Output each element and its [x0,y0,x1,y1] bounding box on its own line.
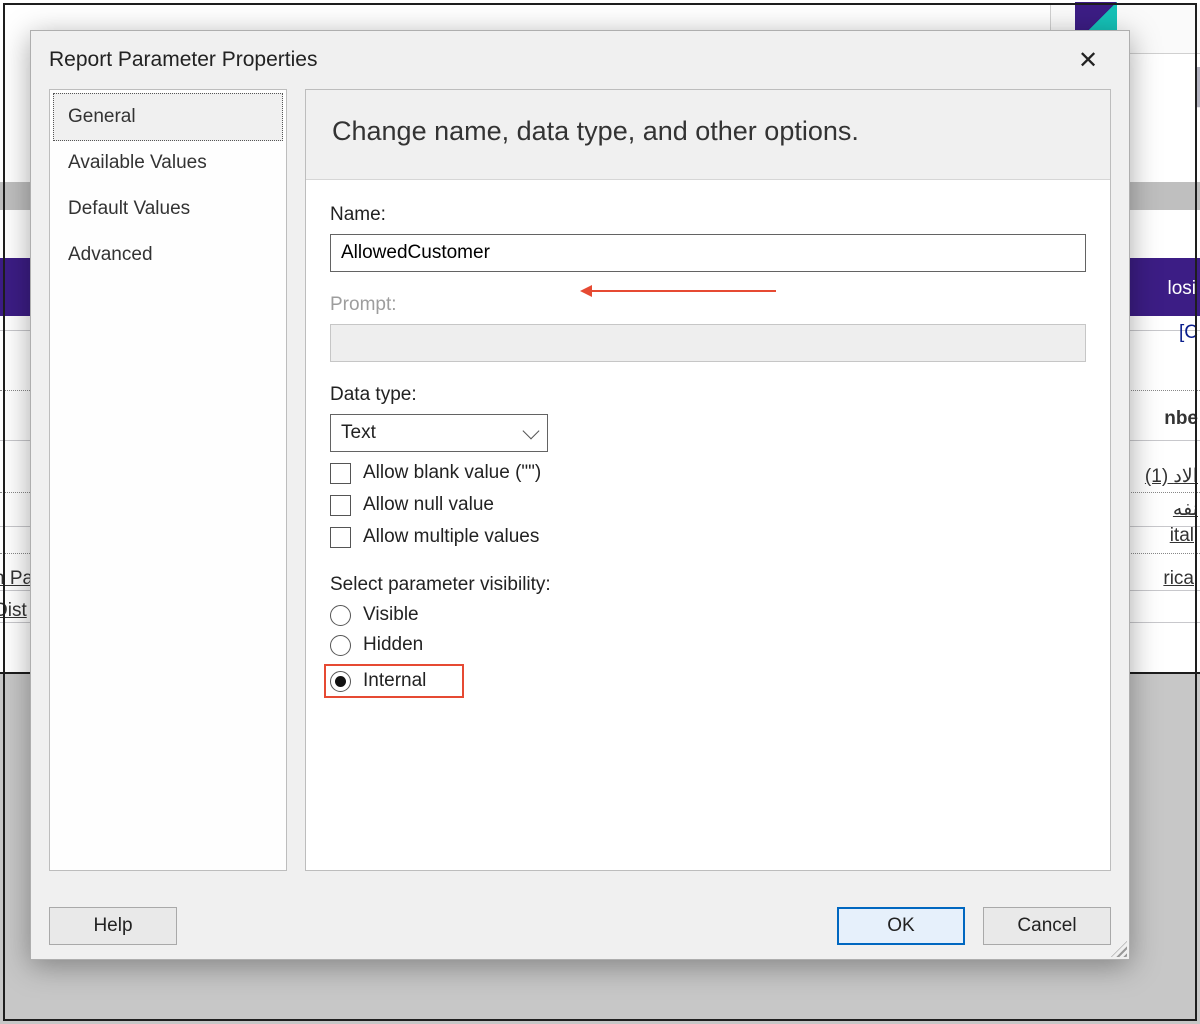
dialog-title: Report Parameter Properties [49,48,317,72]
bg-text: nbe [1164,408,1198,430]
datatype-label: Data type: [330,384,1086,406]
close-icon: ✕ [1078,46,1098,75]
bg-text: rica [1163,568,1194,590]
close-button[interactable]: ✕ [1065,41,1111,79]
checkbox-allow-blank[interactable]: Allow blank value ("") [330,462,1086,484]
datatype-value: Text [341,422,376,444]
cancel-button[interactable]: Cancel [983,907,1111,945]
checkbox-allow-null[interactable]: Allow null value [330,494,1086,516]
panel-heading: Change name, data type, and other option… [306,90,1110,180]
radio-label: Hidden [363,634,423,656]
checkbox-icon [330,527,351,548]
name-input[interactable] [330,234,1086,272]
chevron-down-icon [523,423,540,440]
checkbox-label: Allow multiple values [363,526,539,548]
bg-text: [C [1179,322,1198,344]
bg-big-letter: P [1192,54,1200,121]
prompt-input [330,324,1086,362]
tab-advanced[interactable]: Advanced [54,232,282,278]
radio-icon [330,671,351,692]
checkbox-icon [330,463,351,484]
checkbox-allow-multiple[interactable]: Allow multiple values [330,526,1086,548]
dialog-tab-list: General Available Values Default Values … [49,89,287,871]
radio-icon [330,605,351,626]
radio-visible[interactable]: Visible [330,604,1086,626]
bg-text: Dist [0,600,27,622]
bg-text: (1) الاد [1145,465,1198,488]
radio-label: Visible [363,604,419,626]
help-button[interactable]: Help [49,907,177,945]
annotation-arrow-icon [586,290,776,292]
bg-text: نفه [1173,498,1198,521]
ok-button[interactable]: OK [837,907,965,945]
bg-text: ital [1170,525,1194,547]
dialog-titlebar: Report Parameter Properties ✕ [31,31,1129,89]
checkbox-label: Allow blank value ("") [363,462,541,484]
radio-hidden[interactable]: Hidden [330,634,1086,656]
dialog-footer: Help OK Cancel [49,907,1111,945]
tab-general[interactable]: General [53,93,283,141]
tab-available-values[interactable]: Available Values [54,140,282,186]
datatype-select[interactable]: Text [330,414,548,452]
resize-grip-icon[interactable] [1111,941,1127,957]
bg-text: losi [1167,278,1196,300]
radio-label: Internal [363,670,426,692]
dialog-report-parameter-properties: Report Parameter Properties ✕ General Av… [30,30,1130,960]
radio-internal[interactable]: Internal [324,664,464,698]
visibility-label: Select parameter visibility: [330,574,1086,596]
tab-default-values[interactable]: Default Values [54,186,282,232]
name-label: Name: [330,204,1086,226]
checkbox-label: Allow null value [363,494,494,516]
checkbox-icon [330,495,351,516]
prompt-label: Prompt: [330,294,1086,316]
radio-icon [330,635,351,656]
panel-general: Change name, data type, and other option… [305,89,1111,871]
